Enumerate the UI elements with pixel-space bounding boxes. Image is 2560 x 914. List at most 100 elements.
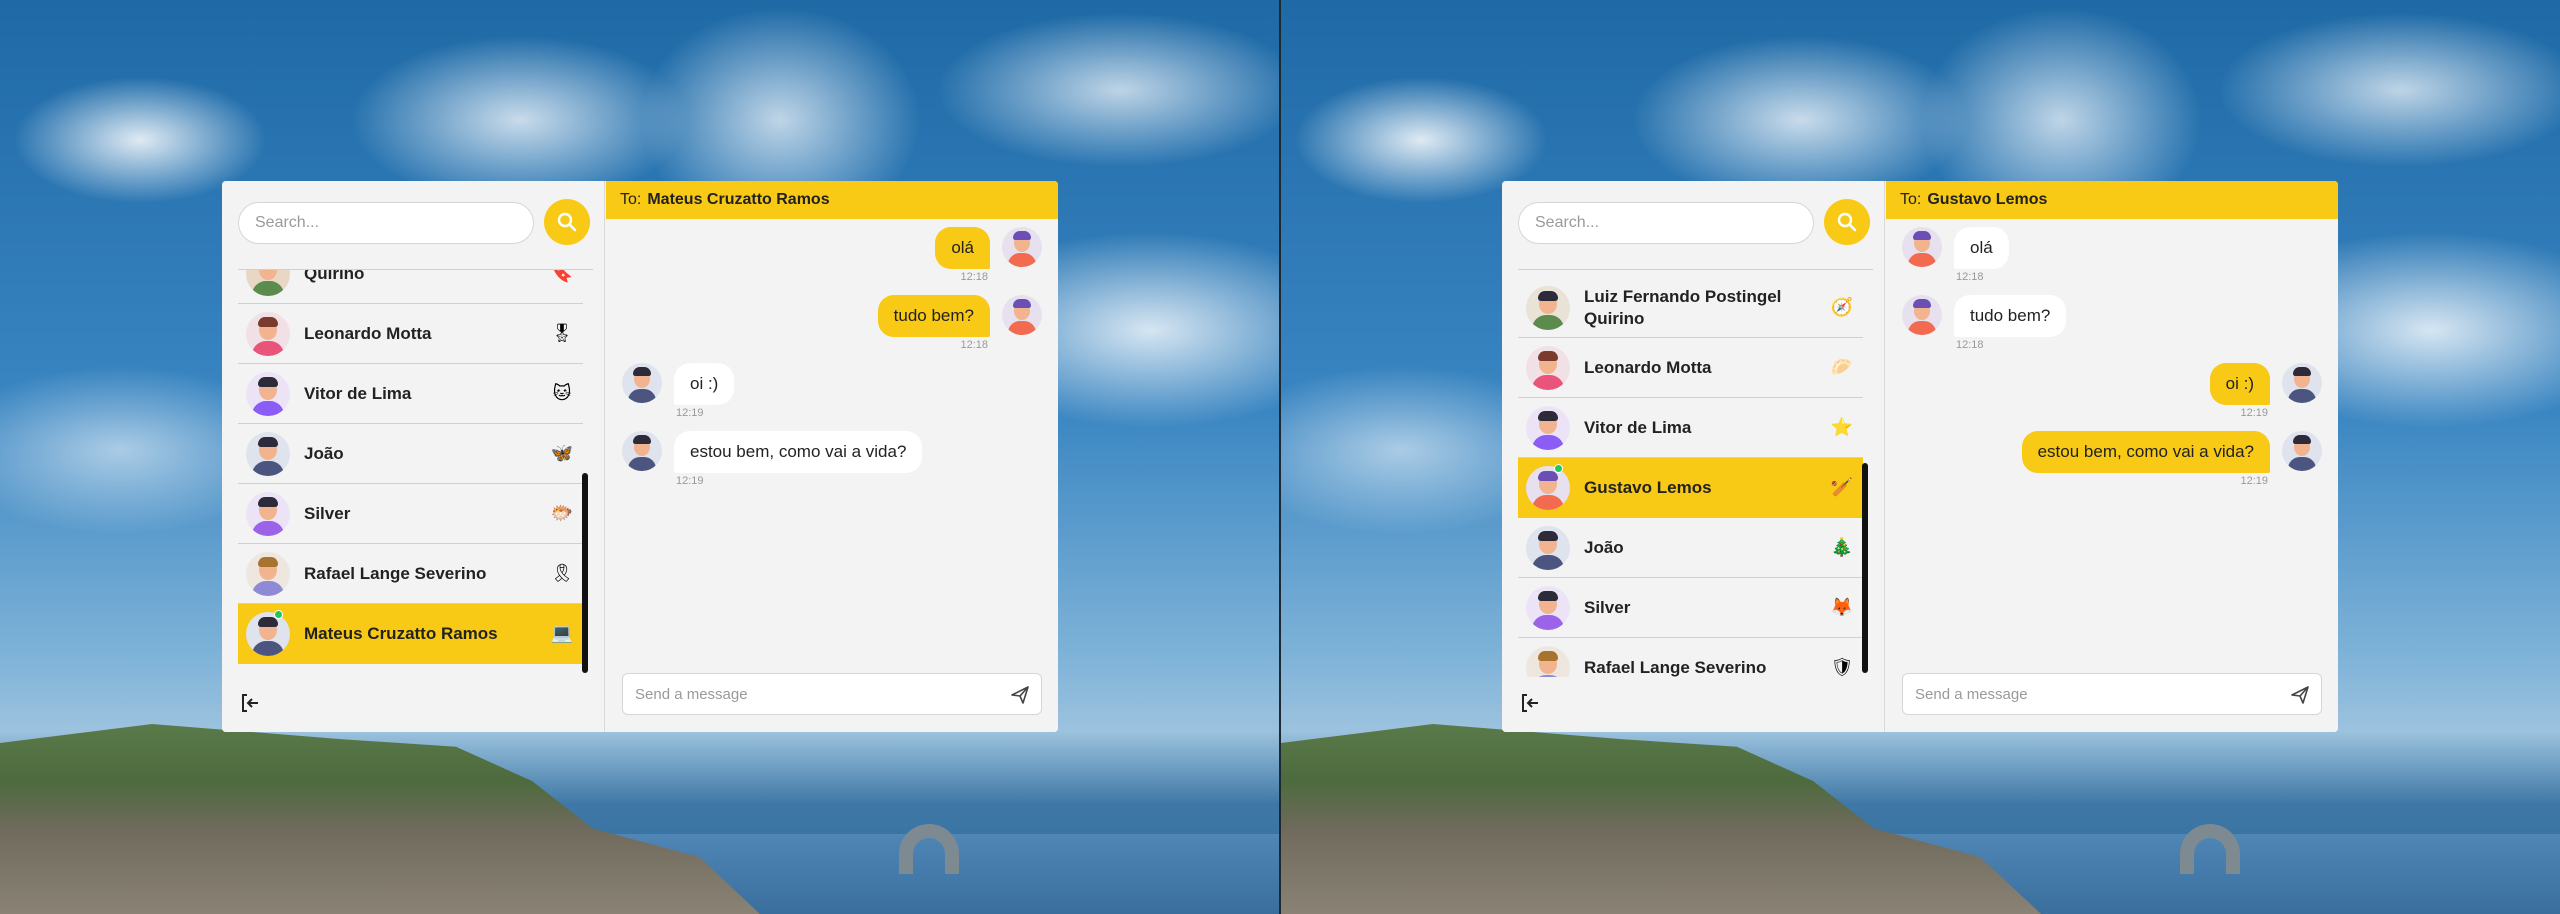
contact-item[interactable]: Silver 🐡 [238,484,583,544]
contact-status-emoji: 🔖 [550,269,574,284]
message-time: 12:18 [1956,339,1984,351]
left-screen: Quirino 🔖 Leonardo Motta 🎖 Vitor de Lima… [0,0,1279,914]
contact-list-scrollbar[interactable] [582,473,588,673]
contact-status-emoji: 🧭 [1830,297,1854,318]
contact-status-emoji: 🛡 [1830,657,1854,677]
avatar [246,270,290,296]
online-indicator [274,610,283,619]
send-button[interactable] [1009,684,1031,706]
online-indicator [1554,464,1563,473]
contact-name: João [304,443,344,463]
contact-list: Quirino 🔖 Leonardo Motta 🎖 Vitor de Lima… [238,269,583,664]
contact-item[interactable]: Vitor de Lima 🐱 [238,364,583,424]
search-bar [1518,199,1870,245]
contact-status-emoji: 🐱 [552,383,572,404]
contact-name: Rafael Lange Severino [1584,657,1767,677]
contact-list: Luiz Fernando Postingel Quirino 🧭 Leonar… [1518,278,1863,677]
chat-window: Quirino 🔖 Leonardo Motta 🎖 Vitor de Lima… [222,181,1058,732]
message-bubble: estou bem, como vai a vida? [674,431,923,473]
contacts-sidebar: Luiz Fernando Postingel Quirino 🧭 Leonar… [1502,181,1885,732]
contact-item-selected[interactable]: Gustavo Lemos 🏏 [1518,458,1863,518]
search-icon [557,212,577,232]
contact-item[interactable]: Vitor de Lima ⭐ [1518,398,1863,458]
message-incoming: tudo bem? 12:18 [1902,295,2067,351]
contacts-sidebar: Quirino 🔖 Leonardo Motta 🎖 Vitor de Lima… [222,181,605,732]
logout-icon [1522,694,1538,712]
right-screen: Luiz Fernando Postingel Quirino 🧭 Leonar… [1281,0,2560,914]
contact-item[interactable]: Rafael Lange Severino 🛡 [1518,638,1863,677]
contact-item[interactable]: Leonardo Motta 🥟 [1518,338,1863,398]
avatar [246,551,290,596]
avatar [2282,431,2322,471]
contact-item[interactable]: Quirino 🔖 [238,269,583,304]
contact-status-emoji: 🎖 [550,323,574,344]
search-input[interactable] [1518,202,1814,244]
recipient-name: Mateus Cruzatto Ramos [647,191,830,208]
contact-name: Leonardo Motta [1584,357,1712,377]
contact-name: João [1584,537,1624,557]
cliff-background [1281,724,2041,914]
message-composer [1902,673,2322,715]
message-bubble: olá [935,227,990,269]
contact-status-emoji: 💻 [550,623,574,644]
message-input[interactable] [623,674,993,714]
message-bubble: tudo bem? [1954,295,2067,337]
message-bubble: olá [1954,227,2009,269]
avatar [246,611,290,656]
contact-name: Luiz Fernando Postingel Quirino [1584,286,1782,328]
contact-item[interactable]: João 🎄 [1518,518,1863,578]
avatar [1002,295,1042,335]
contact-status-emoji: 🎄 [1830,537,1854,558]
message-bubble: oi :) [674,363,735,405]
message-list: olá 12:18 tudo bem? 12:18 oi :) 12:19 es… [606,219,1058,659]
rock-arch-background [2180,824,2240,874]
contact-item-selected[interactable]: Mateus Cruzatto Ramos 💻 [238,604,583,664]
contact-list-viewport[interactable]: Quirino 🔖 Leonardo Motta 🎖 Vitor de Lima… [238,269,593,677]
avatar [2282,363,2322,403]
avatar [246,431,290,476]
search-button[interactable] [544,199,590,245]
message-incoming: olá 12:18 [1902,227,2009,283]
message-incoming: estou bem, como vai a vida? 12:19 [622,431,923,487]
recipient-label: To: [1900,191,1922,208]
contact-name: Silver [1584,597,1631,617]
contact-list-viewport[interactable]: Luiz Fernando Postingel Quirino 🧭 Leonar… [1518,269,1873,677]
avatar [622,363,662,403]
search-bar [238,199,590,245]
contact-list-scrollbar[interactable] [1862,463,1868,673]
avatar [1526,465,1570,510]
conversation-header: To: Gustavo Lemos [1886,181,2338,219]
contact-name: Gustavo Lemos [1584,477,1712,497]
recipient-label: To: [620,191,642,208]
logout-button[interactable] [1518,691,1542,715]
search-input[interactable] [238,202,534,244]
contact-name: Silver [304,503,351,523]
conversation-panel: To: Gustavo Lemos olá 12:18 tudo bem? 12… [1886,181,2338,732]
message-input[interactable] [1903,674,2273,714]
contact-name: Vitor de Lima [304,383,412,403]
send-icon [2291,686,2309,704]
message-time: 12:18 [960,339,988,351]
contact-item[interactable]: Silver 🦊 [1518,578,1863,638]
avatar [622,431,662,471]
avatar [1526,645,1570,677]
send-button[interactable] [2289,684,2311,706]
logout-button[interactable] [238,691,262,715]
message-composer [622,673,1042,715]
conversation-header: To: Mateus Cruzatto Ramos [606,181,1058,219]
contact-item[interactable]: Luiz Fernando Postingel Quirino 🧭 [1518,278,1863,338]
search-button[interactable] [1824,199,1870,245]
avatar [1526,405,1570,450]
chat-window: Luiz Fernando Postingel Quirino 🧭 Leonar… [1502,181,2338,732]
message-time: 12:18 [1956,271,1984,283]
contact-name: Quirino [304,269,365,283]
message-outgoing: oi :) 12:19 [2209,363,2322,419]
contact-item[interactable]: Leonardo Motta 🎖 [238,304,583,364]
contact-item[interactable]: Rafael Lange Severino 🎗 [238,544,583,604]
avatar [1902,295,1942,335]
search-icon [1837,212,1857,232]
contact-item[interactable]: João 🦋 [238,424,583,484]
send-icon [1011,686,1029,704]
avatar [1002,227,1042,267]
message-outgoing: tudo bem? 12:18 [877,295,1042,351]
